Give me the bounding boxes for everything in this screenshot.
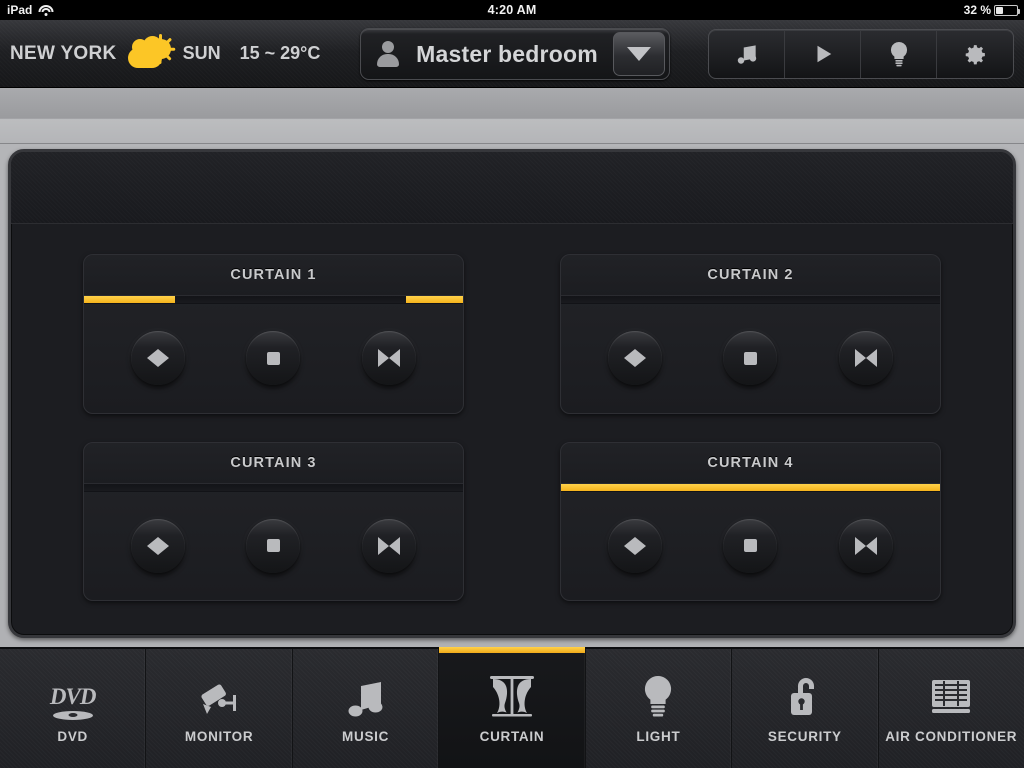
- tab-light[interactable]: LIGHT: [586, 649, 733, 768]
- curtain-title: CURTAIN 3: [84, 442, 463, 483]
- curtain-position-track[interactable]: [561, 295, 940, 304]
- header-quick-actions: [708, 29, 1014, 79]
- device-name: iPad: [7, 3, 33, 17]
- stop-button[interactable]: [723, 518, 778, 573]
- curtain-position-track[interactable]: [84, 295, 463, 304]
- curtain-position-track[interactable]: [84, 482, 463, 492]
- security-camera-icon: [196, 674, 242, 720]
- battery-percent-label: 32 %: [963, 3, 991, 17]
- play-icon[interactable]: [785, 30, 861, 78]
- curtain-title: CURTAIN 4: [561, 442, 940, 483]
- room-name-label: Master bedroom: [416, 40, 598, 67]
- panel-header-strip: [11, 152, 1013, 224]
- tab-dvd[interactable]: DVD DVD: [0, 649, 147, 768]
- music-icon[interactable]: [709, 30, 785, 78]
- curtain-controls: [84, 492, 463, 601]
- light-bulb-icon[interactable]: [861, 30, 937, 78]
- tab-label: MUSIC: [342, 728, 390, 744]
- curtain-title: CURTAIN 1: [84, 255, 463, 295]
- room-selector[interactable]: Master bedroom: [360, 28, 670, 80]
- person-icon: [375, 41, 401, 67]
- curtain-card: CURTAIN 2: [560, 254, 941, 414]
- tab-label: SECURITY: [767, 728, 842, 744]
- tab-security[interactable]: SECURITY: [732, 649, 879, 768]
- dvd-icon: DVD: [50, 674, 96, 720]
- city-label: NEW YORK: [10, 42, 117, 64]
- curtain-panel: CURTAIN 1 CURTAIN 2 CURTAIN 3 CURTAIN 4: [8, 149, 1016, 638]
- battery-icon: [994, 4, 1020, 16]
- wifi-icon: [38, 4, 54, 16]
- light-bulb-icon: [640, 674, 676, 720]
- bottom-tab-bar: DVD DVD MONITOR MUSIC CURTAIN LIGHT SECU…: [0, 647, 1024, 768]
- status-bar-clock: 4:20 AM: [487, 3, 537, 17]
- stop-button[interactable]: [246, 518, 301, 573]
- open-button[interactable]: [130, 518, 185, 573]
- curtain-controls: [561, 492, 940, 601]
- app-header: NEW YORK SUN 15 ~ 29°C Master bedroom: [0, 20, 1024, 88]
- position-segment: [406, 296, 463, 303]
- status-bar-right: 32 %: [824, 3, 1024, 17]
- curtain-grid: CURTAIN 1 CURTAIN 2 CURTAIN 3 CURTAIN 4: [11, 224, 1013, 635]
- ios-status-bar: iPad 4:20 AM 32 %: [0, 0, 1024, 20]
- curtain-controls: [561, 304, 940, 413]
- tab-monitor[interactable]: MONITOR: [146, 649, 293, 768]
- gear-icon[interactable]: [937, 30, 1013, 78]
- open-button[interactable]: [130, 331, 185, 386]
- tab-curtain[interactable]: CURTAIN: [439, 647, 586, 768]
- curtain-position-track[interactable]: [561, 482, 940, 492]
- curtain-title: CURTAIN 2: [561, 255, 940, 295]
- close-button[interactable]: [839, 518, 894, 573]
- close-button[interactable]: [362, 518, 417, 573]
- tab-label: CURTAIN: [479, 728, 545, 744]
- music-note-icon: [347, 674, 385, 720]
- air-vent-icon: [928, 674, 974, 720]
- weather-day-label: SUN: [182, 43, 221, 63]
- close-button[interactable]: [362, 331, 417, 386]
- curtain-card: CURTAIN 4: [560, 441, 941, 601]
- stop-button[interactable]: [246, 331, 301, 386]
- sun-behind-cloud-icon: [127, 33, 176, 71]
- main-stage: CURTAIN 1 CURTAIN 2 CURTAIN 3 CURTAIN 4: [0, 144, 1024, 647]
- weather-widget: NEW YORK SUN 15 ~ 29°C: [0, 33, 321, 71]
- open-button[interactable]: [607, 331, 662, 386]
- open-button[interactable]: [607, 518, 662, 573]
- curtain-icon: [486, 674, 538, 720]
- position-segment: [84, 296, 175, 303]
- tab-music[interactable]: MUSIC: [293, 649, 440, 768]
- position-segment: [561, 483, 940, 491]
- tab-label: LIGHT: [636, 728, 681, 744]
- open-padlock-icon: [785, 674, 825, 720]
- bezel-strip: [0, 88, 1024, 144]
- curtain-card: CURTAIN 3: [83, 441, 464, 601]
- tab-label: DVD: [57, 728, 89, 744]
- tab-label: AIR CONDITIONER: [885, 728, 1018, 744]
- status-bar-left: iPad: [0, 3, 200, 17]
- tab-label: MONITOR: [184, 728, 254, 744]
- chevron-down-icon[interactable]: [613, 32, 665, 76]
- ipad-home-automation-app: iPad 4:20 AM 32 % NEW YORK SUN 15 ~ 29°C…: [0, 0, 1024, 768]
- weather-temperature-label: 15 ~ 29°C: [239, 43, 321, 63]
- close-button[interactable]: [839, 331, 894, 386]
- stop-button[interactable]: [723, 331, 778, 386]
- curtain-card: CURTAIN 1: [83, 254, 464, 414]
- tab-air-conditioner[interactable]: AIR CONDITIONER: [879, 649, 1024, 768]
- curtain-controls: [84, 304, 463, 413]
